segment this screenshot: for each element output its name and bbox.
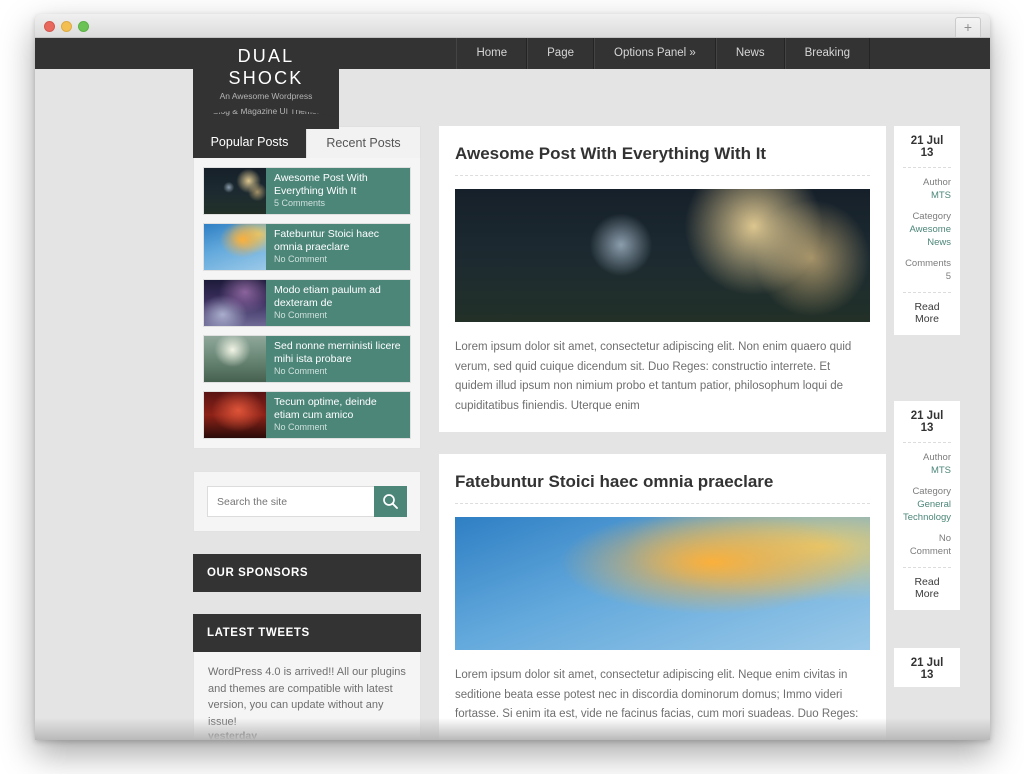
page-content: Popular Posts Recent Posts Awesome Post … — [35, 69, 990, 740]
list-item[interactable]: Sed nonne merninisti licere mihi ista pr… — [203, 335, 411, 383]
widget-search — [193, 471, 421, 532]
post-thumbnail — [204, 336, 266, 382]
popular-posts-panel: Awesome Post With Everything With It 5 C… — [193, 158, 421, 449]
minimize-window-button[interactable] — [61, 21, 72, 32]
post-card: Awesome Post With Everything With It Lor… — [439, 126, 886, 432]
list-item[interactable]: Tecum optime, deinde etiam cum amico No … — [203, 391, 411, 439]
post-featured-image — [455, 189, 870, 322]
posts-tablist: Popular Posts Recent Posts — [193, 126, 421, 158]
post-meta: 21 Jul 13 — [894, 648, 960, 687]
post-comments-label: Comments — [905, 258, 951, 269]
list-item-title: Fatebuntur Stoici haec omnia praeclare — [274, 228, 380, 253]
post-title[interactable]: Fatebuntur Stoici haec omnia praeclare — [455, 472, 870, 504]
maximize-window-button[interactable] — [78, 21, 89, 32]
tab-recent-posts[interactable]: Recent Posts — [306, 126, 421, 158]
post-excerpt: Lorem ipsum dolor sit amet, consectetur … — [455, 669, 859, 720]
sidebar: Popular Posts Recent Posts Awesome Post … — [193, 126, 421, 740]
sponsors-title: OUR SPONSORS — [193, 554, 421, 592]
post-category[interactable]: Technology — [903, 511, 951, 524]
list-item-meta: 5 Comments — [274, 198, 326, 208]
main-content: Awesome Post With Everything With It Lor… — [439, 126, 960, 740]
post-author[interactable]: MTS — [903, 189, 951, 202]
list-item-meta: No Comment — [274, 422, 328, 432]
tweet-item: WordPress 4.0 is arrived!! All our plugi… — [208, 664, 406, 740]
nav-item-breaking[interactable]: Breaking — [784, 38, 870, 69]
post-date: 21 Jul 13 — [910, 657, 944, 681]
tweet-timestamp: yesterday — [208, 730, 258, 740]
site-logo-title: DUAL SHOCK — [228, 46, 304, 88]
post-author-label: Author — [923, 452, 951, 463]
main-navigation: Home Page Options Panel » News Breaking — [456, 38, 870, 69]
nav-item-news[interactable]: News — [715, 38, 785, 69]
post-title[interactable]: Awesome Post With Everything With It — [455, 144, 870, 176]
post-featured-image — [455, 517, 870, 650]
site-logo-subtitle-1: An Awesome Wordpress — [219, 91, 313, 101]
post-meta-rail: 21 Jul 13 Author MTS Category Awesome Ne… — [894, 126, 960, 740]
post-category[interactable]: General — [903, 498, 951, 511]
nav-item-home[interactable]: Home — [456, 38, 528, 69]
nav-item-page[interactable]: Page — [527, 38, 594, 69]
search-input[interactable] — [207, 486, 374, 517]
tweets-title: LATEST TWEETS — [193, 614, 421, 652]
list-item-meta: No Comment — [274, 310, 328, 320]
post-author[interactable]: MTS — [903, 464, 951, 477]
site-logo-ribbon-tail — [193, 105, 339, 117]
widget-latest-tweets: LATEST TWEETS WordPress 4.0 is arrived!!… — [193, 614, 421, 740]
window-controls — [44, 21, 89, 32]
post-meta: 21 Jul 13 Author MTS Category Awesome Ne… — [894, 126, 960, 335]
tweet-text: WordPress 4.0 is arrived!! All our plugi… — [208, 666, 406, 728]
article-list: Awesome Post With Everything With It Lor… — [439, 126, 886, 740]
post-thumbnail — [204, 168, 266, 214]
post-date: 21 Jul 13 — [903, 135, 951, 168]
post-thumbnail — [204, 392, 266, 438]
list-item[interactable]: Modo etiam paulum ad dexteram de No Comm… — [203, 279, 411, 327]
list-item[interactable]: Awesome Post With Everything With It 5 C… — [203, 167, 411, 215]
read-more-button[interactable]: Read More — [903, 292, 951, 325]
post-thumbnail — [204, 280, 266, 326]
post-comments-count: 5 — [945, 271, 951, 282]
tab-popular-posts[interactable]: Popular Posts — [193, 126, 306, 158]
list-item-meta: No Comment — [274, 366, 328, 376]
post-meta: 21 Jul 13 Author MTS Category General Te… — [894, 401, 960, 610]
search-button[interactable] — [374, 486, 407, 517]
page-viewport: Home Page Options Panel » News Breaking … — [35, 38, 990, 740]
list-item-meta: No Comment — [274, 254, 328, 264]
widget-posts-tabs: Popular Posts Recent Posts Awesome Post … — [193, 126, 421, 449]
list-item-title: Tecum optime, deinde etiam cum amico — [274, 396, 377, 421]
list-item-title: Awesome Post With Everything With It — [274, 172, 368, 197]
post-category[interactable]: Awesome — [903, 223, 951, 236]
new-tab-button[interactable]: + — [955, 17, 981, 37]
close-window-button[interactable] — [44, 21, 55, 32]
browser-window: + Home Page Options Panel » News Breakin… — [35, 14, 990, 740]
widget-sponsors: OUR SPONSORS — [193, 554, 421, 592]
list-item-title: Modo etiam paulum ad dexteram de — [274, 284, 381, 309]
tweets-list: WordPress 4.0 is arrived!! All our plugi… — [193, 652, 421, 740]
post-comments-count: No Comment — [909, 533, 951, 557]
list-item[interactable]: Fatebuntur Stoici haec omnia praeclare N… — [203, 223, 411, 271]
nav-item-options-panel[interactable]: Options Panel » — [594, 38, 716, 69]
post-date: 21 Jul 13 — [903, 410, 951, 443]
post-author-label: Author — [923, 177, 951, 188]
post-excerpt: Lorem ipsum dolor sit amet, consectetur … — [455, 341, 852, 412]
post-category-label: Category — [912, 211, 951, 222]
search-icon — [383, 494, 398, 509]
post-category[interactable]: News — [903, 236, 951, 249]
list-item-title: Sed nonne merninisti licere mihi ista pr… — [274, 340, 401, 365]
read-more-button[interactable]: Read More — [903, 567, 951, 600]
browser-titlebar: + — [35, 14, 990, 38]
post-card: Fatebuntur Stoici haec omnia praeclare L… — [439, 454, 886, 740]
post-thumbnail — [204, 224, 266, 270]
site-header: Home Page Options Panel » News Breaking — [35, 38, 990, 69]
post-category-label: Category — [912, 486, 951, 497]
